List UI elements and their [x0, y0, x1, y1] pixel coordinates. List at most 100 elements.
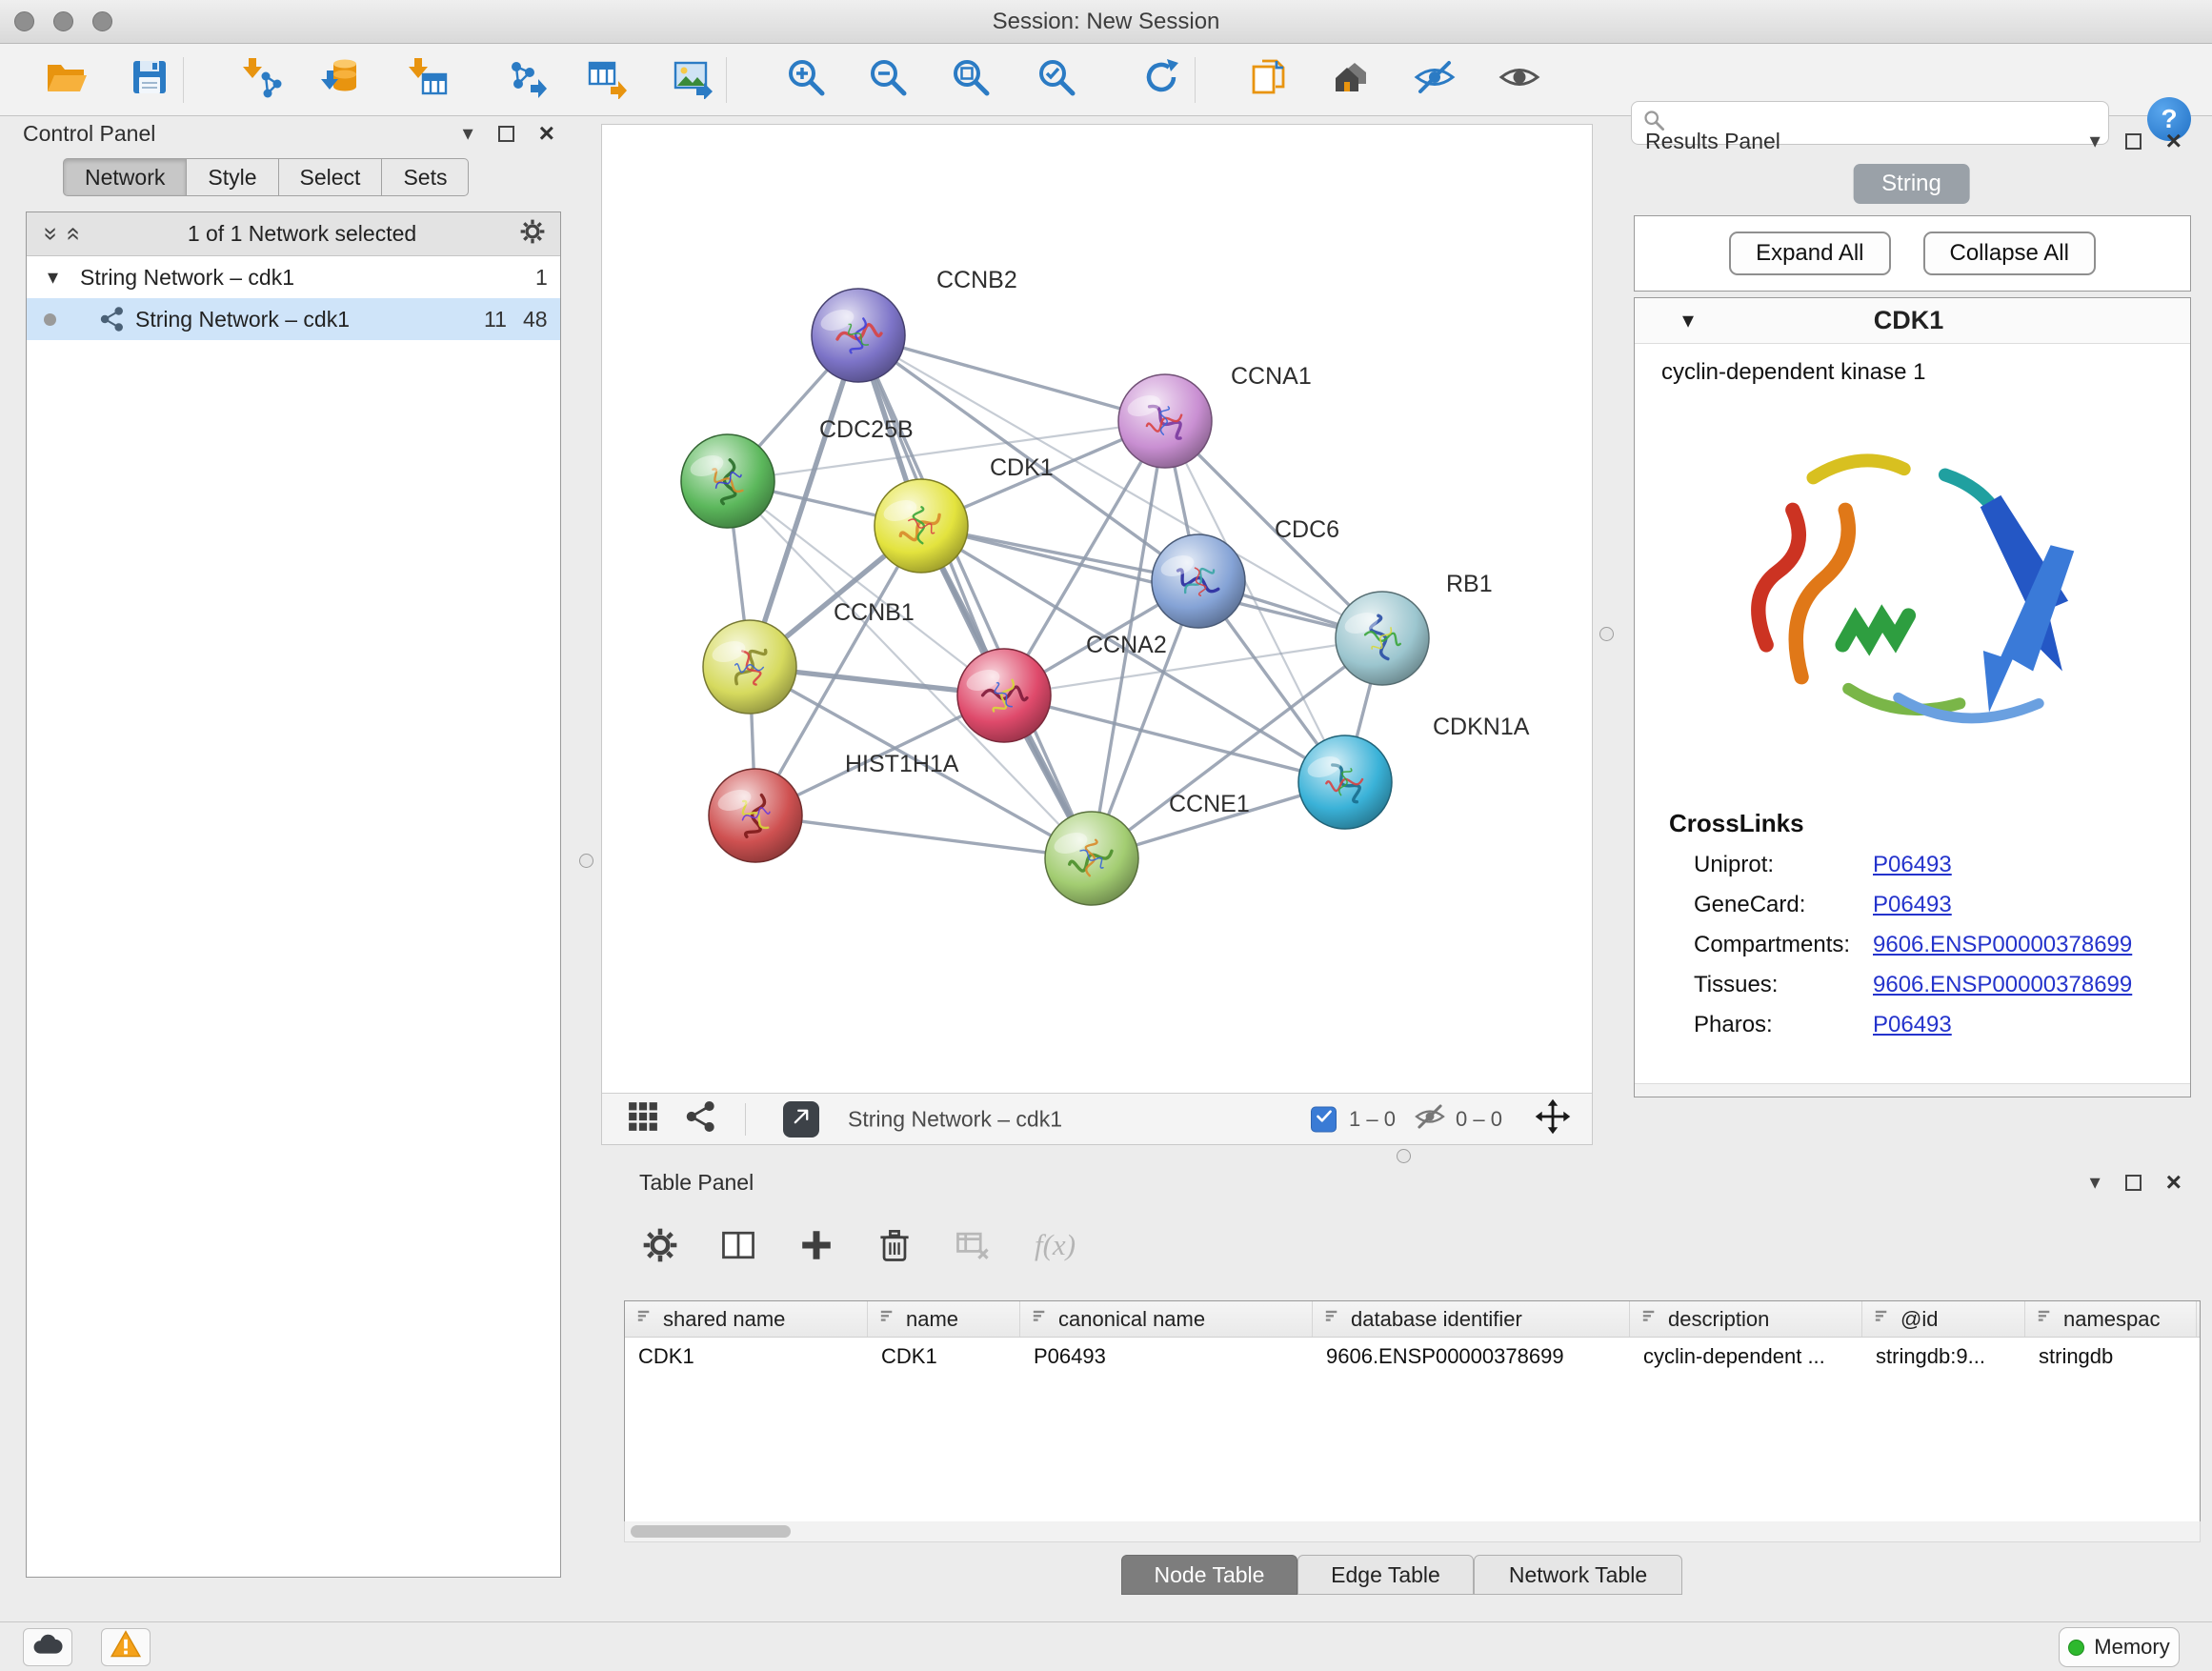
vertical-splitter-handle[interactable]: [579, 854, 593, 868]
tab-string[interactable]: String: [1853, 164, 1970, 204]
hide-selected-button[interactable]: [1403, 50, 1466, 110]
network-edge-CCNA2-CDKN1A[interactable]: [1004, 695, 1345, 782]
home-button[interactable]: [1322, 50, 1385, 110]
column-header-label: name: [906, 1307, 958, 1332]
network-overview-button[interactable]: [684, 1099, 718, 1139]
export-table-button[interactable]: [576, 50, 639, 110]
node-label-CDKN1A: CDKN1A: [1433, 714, 1530, 740]
network-edge-HIST1H1A-CCNE1[interactable]: [755, 815, 1092, 858]
network-node-RB1[interactable]: [1336, 592, 1429, 685]
warnings-button[interactable]: [101, 1628, 151, 1666]
network-node-HIST1H1A[interactable]: [709, 769, 802, 862]
table-hscrollbar[interactable]: [624, 1521, 2201, 1542]
open-session-button[interactable]: [34, 50, 97, 110]
node-label-CCNB1: CCNB1: [834, 599, 915, 626]
section-disclosure-icon[interactable]: ▾: [1682, 307, 1694, 334]
zoom-in-button[interactable]: [774, 50, 837, 110]
memory-button[interactable]: Memory: [2059, 1627, 2180, 1667]
network-node-CCNA1[interactable]: [1118, 374, 1212, 468]
tab-sets[interactable]: Sets: [382, 158, 469, 196]
network-node-CDC6[interactable]: [1152, 534, 1245, 628]
network-node-CDKN1A[interactable]: [1298, 735, 1392, 829]
network-selection-summary: 1 of 1 Network selected: [86, 221, 518, 247]
column-header--id[interactable]: @id: [1862, 1301, 2025, 1337]
column-header-description[interactable]: description: [1630, 1301, 1862, 1337]
network-edge-count: 48: [523, 307, 548, 332]
select-columns-button[interactable]: [716, 1223, 760, 1267]
close-panel-icon[interactable]: ×: [2166, 128, 2182, 154]
table-hscroll-thumb[interactable]: [631, 1525, 791, 1538]
export-image-button[interactable]: [661, 50, 724, 110]
external-link-button[interactable]: [783, 1101, 819, 1137]
table-options-gear-button[interactable]: [638, 1223, 682, 1267]
network-collection-row[interactable]: ▾ String Network – cdk1 1: [27, 256, 560, 298]
column-header-name[interactable]: name: [868, 1301, 1020, 1337]
tab-style[interactable]: Style: [187, 158, 278, 196]
horizontal-splitter-handle[interactable]: [1397, 1149, 1411, 1163]
network-node-CCNA2[interactable]: [957, 649, 1051, 742]
network-edge-CCNB2-CCNA1[interactable]: [858, 335, 1165, 421]
network-node-CCNB1[interactable]: [703, 620, 796, 714]
crosslink-value-link[interactable]: 9606.ENSP00000378699: [1873, 972, 2132, 998]
float-panel-icon[interactable]: ▾: [463, 123, 473, 144]
selected-indicator-checkbox[interactable]: [1311, 1106, 1337, 1132]
toolbar-separator: [1195, 57, 1196, 103]
crosslink-value-link[interactable]: P06493: [1873, 892, 1952, 918]
crosslink-value-link[interactable]: P06493: [1873, 852, 1952, 878]
zoom-selected-button[interactable]: [1025, 50, 1088, 110]
birds-eye-view-button[interactable]: [625, 1098, 661, 1140]
export-network-button[interactable]: [495, 50, 558, 110]
crosslink-value-link[interactable]: 9606.ENSP00000378699: [1873, 932, 2132, 958]
column-header-shared-name[interactable]: shared name: [625, 1301, 868, 1337]
float-panel-icon[interactable]: ▾: [2090, 131, 2101, 151]
network-node-CDK1[interactable]: [875, 479, 968, 573]
collection-disclosure-icon[interactable]: ▾: [48, 265, 58, 290]
fit-selected-crosshair-button[interactable]: [1534, 1097, 1572, 1141]
column-header-namespac[interactable]: namespac: [2025, 1301, 2197, 1337]
network-node-CDC25B[interactable]: [681, 434, 774, 528]
apply-layout-button[interactable]: [1130, 50, 1193, 110]
tab-edge-table[interactable]: Edge Table: [1297, 1555, 1474, 1595]
network-canvas[interactable]: CCNB2CCNA1CDC25BCDK1CDC6RB1CCNB1CCNA2CDK…: [602, 125, 1592, 1093]
close-panel-icon[interactable]: ×: [539, 120, 554, 147]
node-table-row[interactable]: CDK1CDK1P064939606.ENSP00000378699cyclin…: [625, 1338, 2200, 1376]
tab-node-table[interactable]: Node Table: [1121, 1555, 1297, 1595]
maximize-panel-icon[interactable]: [498, 126, 514, 142]
tab-network[interactable]: Network: [63, 158, 187, 196]
zoom-fit-button[interactable]: [939, 50, 1002, 110]
expand-all-button[interactable]: Expand All: [1729, 232, 1890, 275]
vertical-splitter-handle[interactable]: [1599, 627, 1614, 641]
column-header-canonical-name[interactable]: canonical name: [1020, 1301, 1313, 1337]
network-edge-RB1-CCNA2[interactable]: [1004, 638, 1382, 695]
network-row[interactable]: String Network – cdk1 11 48: [27, 298, 560, 340]
gene-section-header[interactable]: ▾ CDK1: [1635, 298, 2190, 344]
expand-all-networks-icon[interactable]: «: [60, 223, 90, 246]
collapse-all-button[interactable]: Collapse All: [1923, 232, 2096, 275]
show-all-button[interactable]: [1488, 50, 1551, 110]
zoom-out-button[interactable]: [856, 50, 919, 110]
tab-select[interactable]: Select: [279, 158, 383, 196]
cloud-status-button[interactable]: [23, 1628, 72, 1666]
maximize-panel-icon[interactable]: [2125, 133, 2142, 150]
delete-columns-button[interactable]: [873, 1223, 916, 1267]
tab-network-table[interactable]: Network Table: [1474, 1555, 1682, 1595]
create-column-button[interactable]: [794, 1223, 838, 1267]
crosslink-row: Tissues:9606.ENSP00000378699: [1635, 958, 2190, 998]
crosslink-value-link[interactable]: P06493: [1873, 1012, 1952, 1038]
float-panel-icon[interactable]: ▾: [2090, 1172, 2101, 1193]
save-session-button[interactable]: [118, 50, 181, 110]
network-node-CCNB2[interactable]: [812, 289, 905, 382]
hidden-eye-icon: [1414, 1100, 1446, 1138]
maximize-panel-icon[interactable]: [2125, 1175, 2142, 1191]
network-edge-CCNB2-CCNE1[interactable]: [858, 335, 1092, 858]
column-header-database-identifier[interactable]: database identifier: [1313, 1301, 1630, 1337]
network-options-gear-icon[interactable]: [518, 217, 547, 252]
network-node-CCNE1[interactable]: [1045, 812, 1138, 905]
results-hscrollbar[interactable]: [1635, 1083, 2190, 1097]
duplicate-network-button[interactable]: [1237, 50, 1300, 110]
close-panel-icon[interactable]: ×: [2166, 1169, 2182, 1196]
network-edge-CCNA1-CDC25B[interactable]: [728, 421, 1165, 481]
import-network-database-button[interactable]: [309, 50, 372, 110]
import-network-button[interactable]: [230, 50, 292, 110]
import-table-button[interactable]: [396, 50, 459, 110]
